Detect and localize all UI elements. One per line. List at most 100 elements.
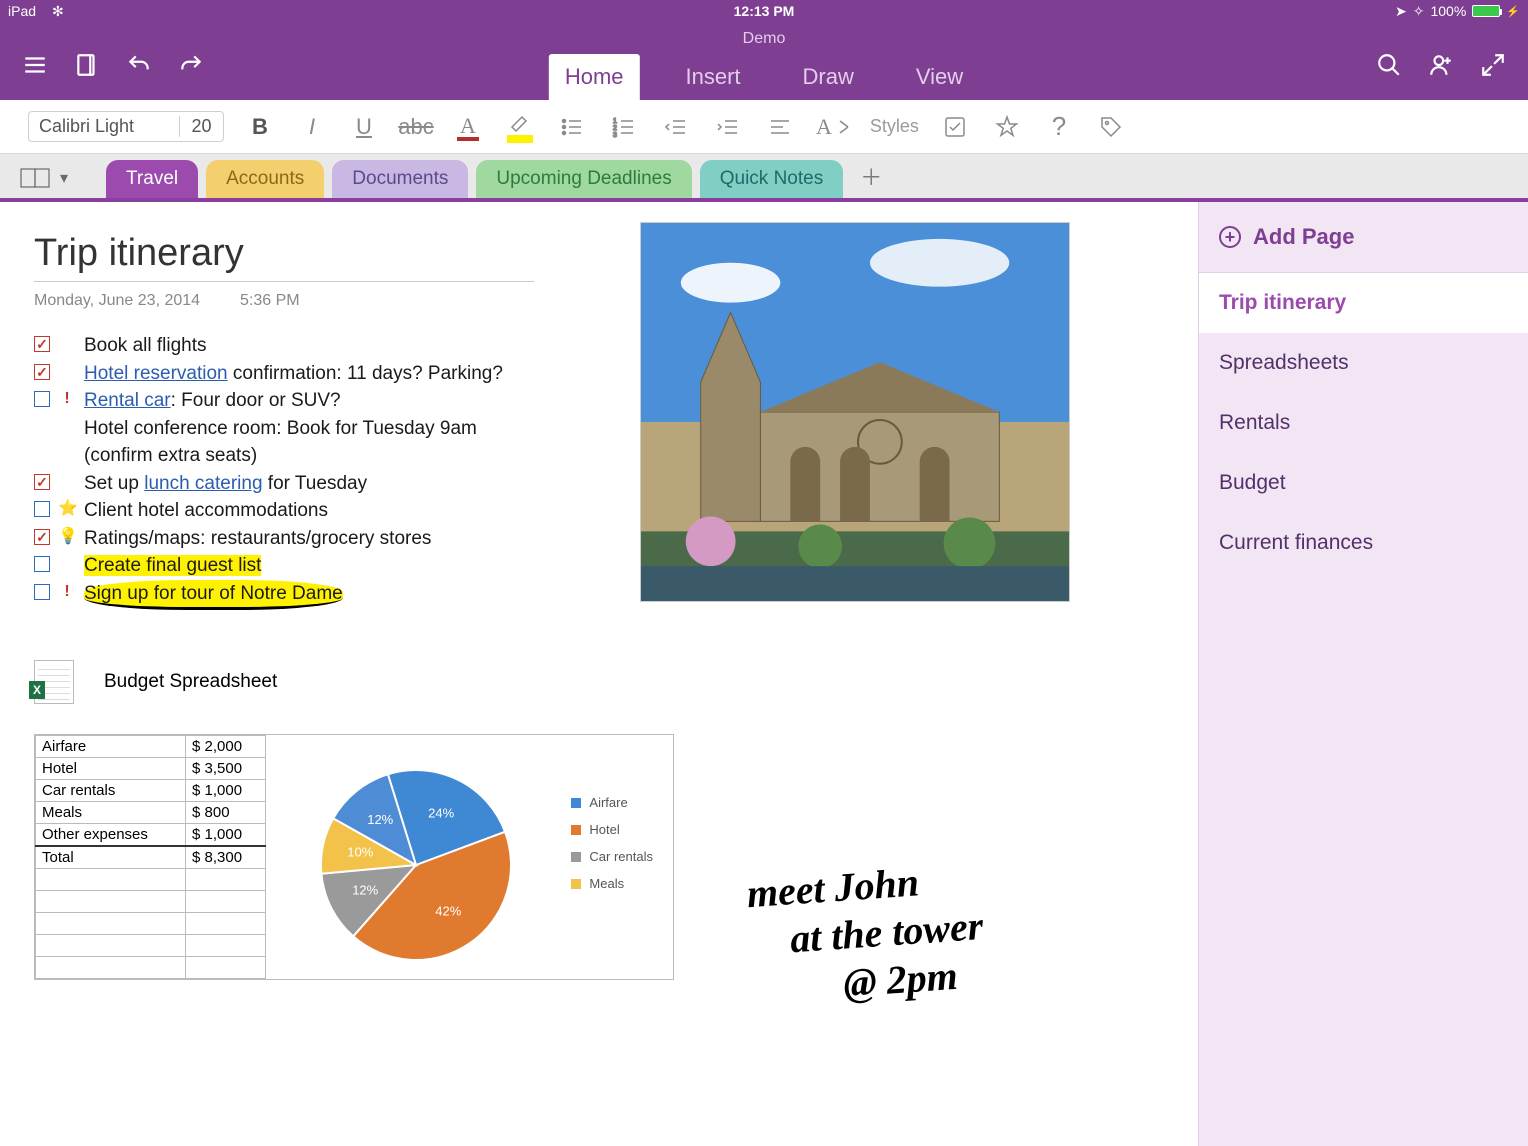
check-text[interactable]: Client hotel accommodations (84, 497, 328, 525)
checkbox[interactable] (34, 336, 50, 352)
important-tag-icon: ! (58, 387, 76, 410)
share-person-icon[interactable] (1428, 52, 1454, 78)
checkbox[interactable] (34, 501, 50, 517)
bold-button[interactable]: B (244, 111, 276, 143)
outdent-button[interactable] (660, 111, 692, 143)
check-text[interactable]: Sign up for tour of Notre Dame (84, 580, 343, 611)
app-titlebar: Demo Home Insert Draw View (0, 22, 1528, 100)
check-text[interactable]: Set up lunch catering for Tuesday (84, 470, 367, 498)
ribbon-tab-draw[interactable]: Draw (787, 54, 870, 100)
checkbox[interactable] (34, 529, 50, 545)
file-attachment[interactable]: Budget Spreadsheet (34, 660, 1164, 704)
budget-table: Airfare$ 2,000 Hotel$ 3,500 Car rentals$… (35, 735, 266, 979)
page-list-item[interactable]: Trip itinerary (1199, 273, 1528, 333)
font-picker[interactable]: Calibri Light 20 (28, 111, 224, 142)
numbered-list-button[interactable]: 123 (608, 111, 640, 143)
battery-icon (1472, 5, 1500, 17)
font-color-button[interactable]: A (452, 111, 484, 143)
styles-button[interactable]: A (816, 111, 850, 143)
section-tab-deadlines[interactable]: Upcoming Deadlines (476, 160, 691, 198)
sync-icon: ✻ (52, 3, 64, 20)
menu-icon[interactable] (22, 52, 48, 78)
page-list-item[interactable]: Rentals (1199, 393, 1528, 453)
strikethrough-button[interactable]: abc (400, 111, 432, 143)
page-list-item[interactable]: Budget (1199, 453, 1528, 513)
embedded-spreadsheet[interactable]: Airfare$ 2,000 Hotel$ 3,500 Car rentals$… (34, 734, 674, 980)
checkbox[interactable] (34, 364, 50, 380)
inserted-image[interactable] (640, 222, 1070, 602)
checkbox[interactable] (34, 391, 50, 407)
ribbon-tab-view[interactable]: View (900, 54, 979, 100)
expand-icon[interactable] (1480, 52, 1506, 78)
check-text[interactable]: Book all flights (84, 332, 207, 360)
attachment-label: Budget Spreadsheet (104, 671, 277, 693)
battery-pct: 100% (1430, 3, 1466, 19)
svg-text:10%: 10% (347, 845, 373, 860)
page-list-item[interactable]: Current finances (1199, 513, 1528, 573)
star-tag-button[interactable] (991, 111, 1023, 143)
status-time: 12:13 PM (734, 3, 795, 19)
page-time: 5:36 PM (240, 292, 300, 310)
redo-icon[interactable] (178, 52, 204, 78)
section-tab-travel[interactable]: Travel (106, 160, 198, 198)
check-text[interactable]: Create final guest list (84, 552, 261, 580)
page-list-item[interactable]: Spreadsheets (1199, 333, 1528, 393)
svg-text:24%: 24% (428, 806, 454, 821)
tags-button[interactable] (1095, 111, 1127, 143)
svg-text:12%: 12% (367, 813, 393, 828)
svg-text:2: 2 (613, 125, 617, 132)
title-underline (34, 281, 534, 282)
svg-text:1: 1 (613, 118, 617, 125)
question-tag-button[interactable]: ? (1043, 111, 1075, 143)
styles-label: Styles (870, 116, 919, 137)
note-canvas[interactable]: Trip itinerary Monday, June 23, 2014 5:3… (0, 202, 1198, 1146)
ink-handwriting[interactable]: meet John at the tower @ 2pm (745, 854, 988, 1014)
chart-legend: Airfare Hotel Car rentals Meals (571, 795, 653, 903)
checkbox[interactable] (34, 584, 50, 600)
svg-text:42%: 42% (435, 904, 461, 919)
checkbox[interactable] (34, 474, 50, 490)
notebook-name: Demo (743, 30, 786, 48)
italic-button[interactable]: I (296, 111, 328, 143)
check-text[interactable]: Rental car: Four door or SUV? (84, 387, 341, 415)
fullscreen-page-icon[interactable] (74, 52, 100, 78)
add-page-button[interactable]: + Add Page (1199, 202, 1528, 273)
idea-tag-icon: 💡 (58, 525, 76, 548)
section-tab-quick[interactable]: Quick Notes (700, 160, 843, 198)
indent-button[interactable] (712, 111, 744, 143)
ribbon-tab-home[interactable]: Home (549, 54, 640, 100)
font-name: Calibri Light (39, 116, 169, 137)
ribbon-tab-insert[interactable]: Insert (670, 54, 757, 100)
important-tag-icon: ! (58, 580, 76, 603)
formatting-toolbar: Calibri Light 20 B I U abc A 123 A Style… (0, 100, 1528, 154)
underline-button[interactable]: U (348, 111, 380, 143)
plus-circle-icon: + (1219, 226, 1241, 248)
notebook-switcher[interactable]: ▾ (20, 168, 68, 198)
search-icon[interactable] (1376, 52, 1402, 78)
svg-text:3: 3 (613, 132, 617, 139)
undo-icon[interactable] (126, 52, 152, 78)
page-date: Monday, June 23, 2014 (34, 292, 200, 310)
ribbon-tabs: Home Insert Draw View (549, 54, 979, 100)
pie-svg: 24% 42% 12% 10% 12% (306, 755, 526, 975)
section-tab-documents[interactable]: Documents (332, 160, 468, 198)
check-text[interactable]: Hotel reservation confirmation: 11 days?… (84, 360, 503, 388)
excel-file-icon (34, 660, 74, 704)
highlight-button[interactable] (504, 111, 536, 143)
add-section-button[interactable]: ＋ (851, 160, 891, 198)
check-text[interactable]: Ratings/maps: restaurants/grocery stores (84, 525, 431, 553)
check-text[interactable]: Hotel conference room: Book for Tuesday … (84, 415, 477, 470)
align-button[interactable] (764, 111, 796, 143)
pages-panel: + Add Page Trip itinerary Spreadsheets R… (1198, 202, 1528, 1146)
device-label: iPad (8, 3, 36, 19)
svg-text:12%: 12% (352, 883, 378, 898)
location-icon: ➤ (1395, 3, 1407, 20)
charging-icon: ⚡ (1506, 5, 1520, 18)
budget-pie-chart: 24% 42% 12% 10% 12% Airfare Hotel Car rental… (266, 735, 673, 979)
bullet-list-button[interactable] (556, 111, 588, 143)
section-tab-accounts[interactable]: Accounts (206, 160, 324, 198)
todo-tag-button[interactable] (939, 111, 971, 143)
checkbox[interactable] (34, 556, 50, 572)
section-tabs-bar: ▾ Travel Accounts Documents Upcoming Dea… (0, 154, 1528, 202)
ios-status-bar: iPad ✻ 12:13 PM ➤ ✧ 100% ⚡ (0, 0, 1528, 22)
